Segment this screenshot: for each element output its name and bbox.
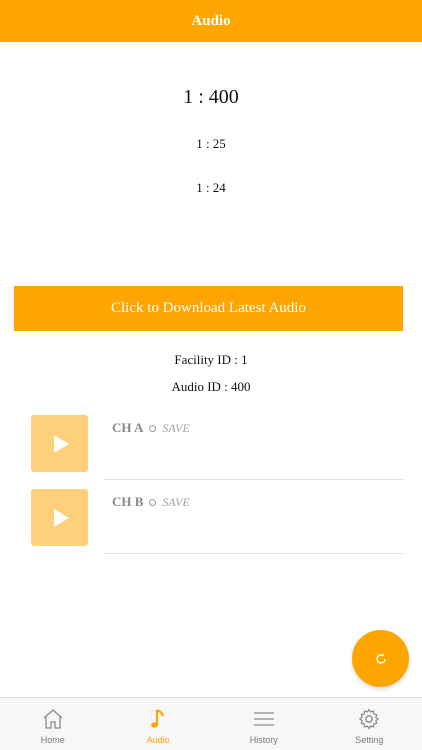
- play-icon: [53, 508, 69, 527]
- audio-id-label: Audio ID : 400: [171, 379, 251, 394]
- home-icon: [40, 706, 66, 732]
- tab-home[interactable]: Home: [0, 698, 106, 750]
- radio-dot-icon[interactable]: [149, 498, 157, 506]
- audio-screen: Audio 1 : 400 1 : 25 1 : 24 Click to Dow…: [0, 0, 422, 750]
- tab-history-label: History: [249, 735, 278, 745]
- tab-setting-label: Setting: [355, 735, 384, 745]
- channel-b-save[interactable]: SAVE: [162, 495, 189, 510]
- channel-a-play-button[interactable]: [31, 415, 88, 472]
- channel-b-name: CH B: [112, 494, 144, 509]
- ratio-main: 1 : 400: [183, 86, 239, 108]
- channel-b-play-button[interactable]: [31, 489, 88, 546]
- channel-a-name: CH A: [112, 420, 144, 435]
- divider: [104, 553, 404, 554]
- bottom-tab-bar: Home Audio History Setting: [0, 697, 422, 750]
- music-note-icon: [145, 706, 171, 732]
- tab-setting[interactable]: Setting: [317, 698, 422, 750]
- page-title: Audio: [191, 12, 231, 29]
- tab-audio-label: Audio: [146, 735, 170, 745]
- refresh-button[interactable]: [352, 630, 409, 687]
- header-bar: Audio: [0, 0, 422, 42]
- menu-lines-icon: [251, 706, 277, 732]
- download-audio-button[interactable]: Click to Download Latest Audio: [14, 286, 403, 331]
- play-icon: [53, 434, 69, 453]
- ratio-sub-2: 1 : 24: [196, 180, 226, 195]
- ratio-sub-1: 1 : 25: [196, 136, 226, 151]
- gear-icon: [356, 706, 382, 732]
- facility-id-label: Facility ID : 1: [174, 352, 248, 367]
- radio-dot-icon[interactable]: [149, 424, 157, 432]
- channel-a-save[interactable]: SAVE: [162, 421, 189, 436]
- tab-home-label: Home: [40, 735, 65, 745]
- refresh-icon: [375, 653, 386, 664]
- tab-history[interactable]: History: [211, 698, 317, 750]
- channel-b-label-group: CH B SAVE: [112, 494, 190, 510]
- channel-a-label-group: CH A SAVE: [112, 420, 190, 436]
- channel-b-row: CH B SAVE: [0, 480, 422, 554]
- channel-a-row: CH A SAVE: [0, 406, 422, 480]
- tab-audio[interactable]: Audio: [106, 698, 212, 750]
